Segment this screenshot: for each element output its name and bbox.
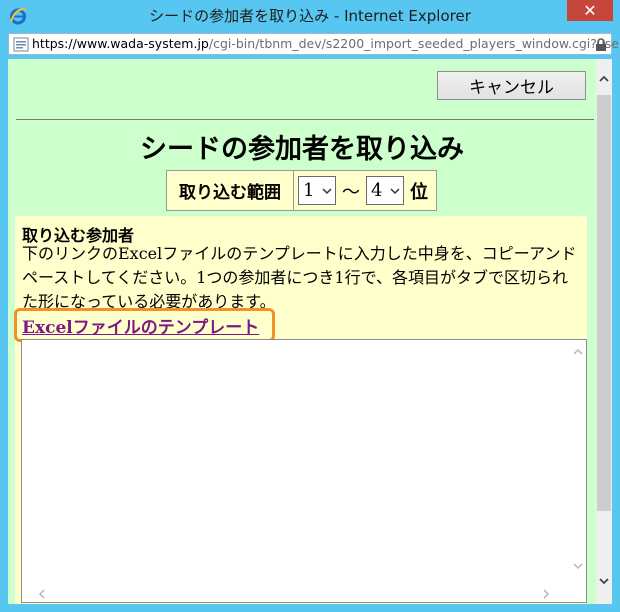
close-icon: ✕: [583, 1, 597, 20]
range-label: 取り込む範囲: [167, 171, 294, 210]
chevron-down-icon: [390, 188, 400, 195]
range-controls: 1 ～ 4 位: [294, 171, 436, 210]
scroll-down-icon[interactable]: [572, 560, 584, 572]
import-range-box: 取り込む範囲 1 ～ 4 位: [166, 170, 437, 211]
page-vertical-scrollbar[interactable]: [596, 59, 612, 604]
url-text: https://www.wada-system.jp/cgi-bin/tbnm_…: [32, 34, 619, 54]
page-icon: [13, 37, 29, 52]
scroll-down-icon[interactable]: [598, 575, 610, 587]
chevron-down-icon: [322, 188, 332, 195]
import-description: 下のリンクのExcelファイルのテンプレートに入力した中身を、コピーアンドペース…: [22, 244, 577, 311]
address-bar[interactable]: https://www.wada-system.jp/cgi-bin/tbnm_…: [8, 33, 619, 55]
divider: [16, 119, 594, 120]
textarea-vertical-scrollbar[interactable]: [569, 340, 586, 586]
range-from-select[interactable]: 1: [298, 176, 336, 205]
range-suffix: 位: [410, 181, 428, 203]
scroll-right-icon[interactable]: [540, 588, 552, 600]
range-to-select[interactable]: 4: [366, 176, 404, 205]
window-title: シードの参加者を取り込み - Internet Explorer: [149, 7, 471, 25]
range-separator: ～: [342, 181, 360, 203]
cancel-button[interactable]: キャンセル: [437, 71, 586, 100]
scroll-left-icon[interactable]: [36, 588, 48, 600]
title-bar[interactable]: シードの参加者を取り込み - Internet Explorer ✕: [0, 0, 620, 32]
page-title: シードの参加者を取り込み: [140, 134, 464, 165]
import-panel: 取り込む参加者 下のリンクのExcelファイルのテンプレートに入力した中身を、コ…: [14, 216, 587, 604]
participants-textarea[interactable]: [21, 339, 587, 603]
range-from-value: 1: [303, 180, 315, 201]
page-content: キャンセル シードの参加者を取り込み 取り込む範囲 1 ～ 4 位 取り込む参加…: [8, 59, 596, 604]
scroll-up-icon[interactable]: [572, 346, 584, 358]
close-button[interactable]: ✕: [567, 0, 613, 21]
url-host: https://www.wada-system.jp: [32, 36, 209, 51]
textarea-horizontal-scrollbar[interactable]: [22, 585, 569, 602]
excel-template-link[interactable]: Excelファイルのテンプレート: [22, 313, 259, 338]
scroll-up-icon[interactable]: [598, 73, 610, 85]
url-path: /cgi-bin/tbnm_dev/s2200_import_seeded_pl…: [208, 36, 619, 51]
scrollbar-thumb[interactable]: [597, 95, 611, 511]
lock-icon[interactable]: [595, 37, 607, 51]
range-to-value: 4: [371, 180, 383, 201]
ie-window: シードの参加者を取り込み - Internet Explorer ✕ https…: [0, 0, 620, 612]
